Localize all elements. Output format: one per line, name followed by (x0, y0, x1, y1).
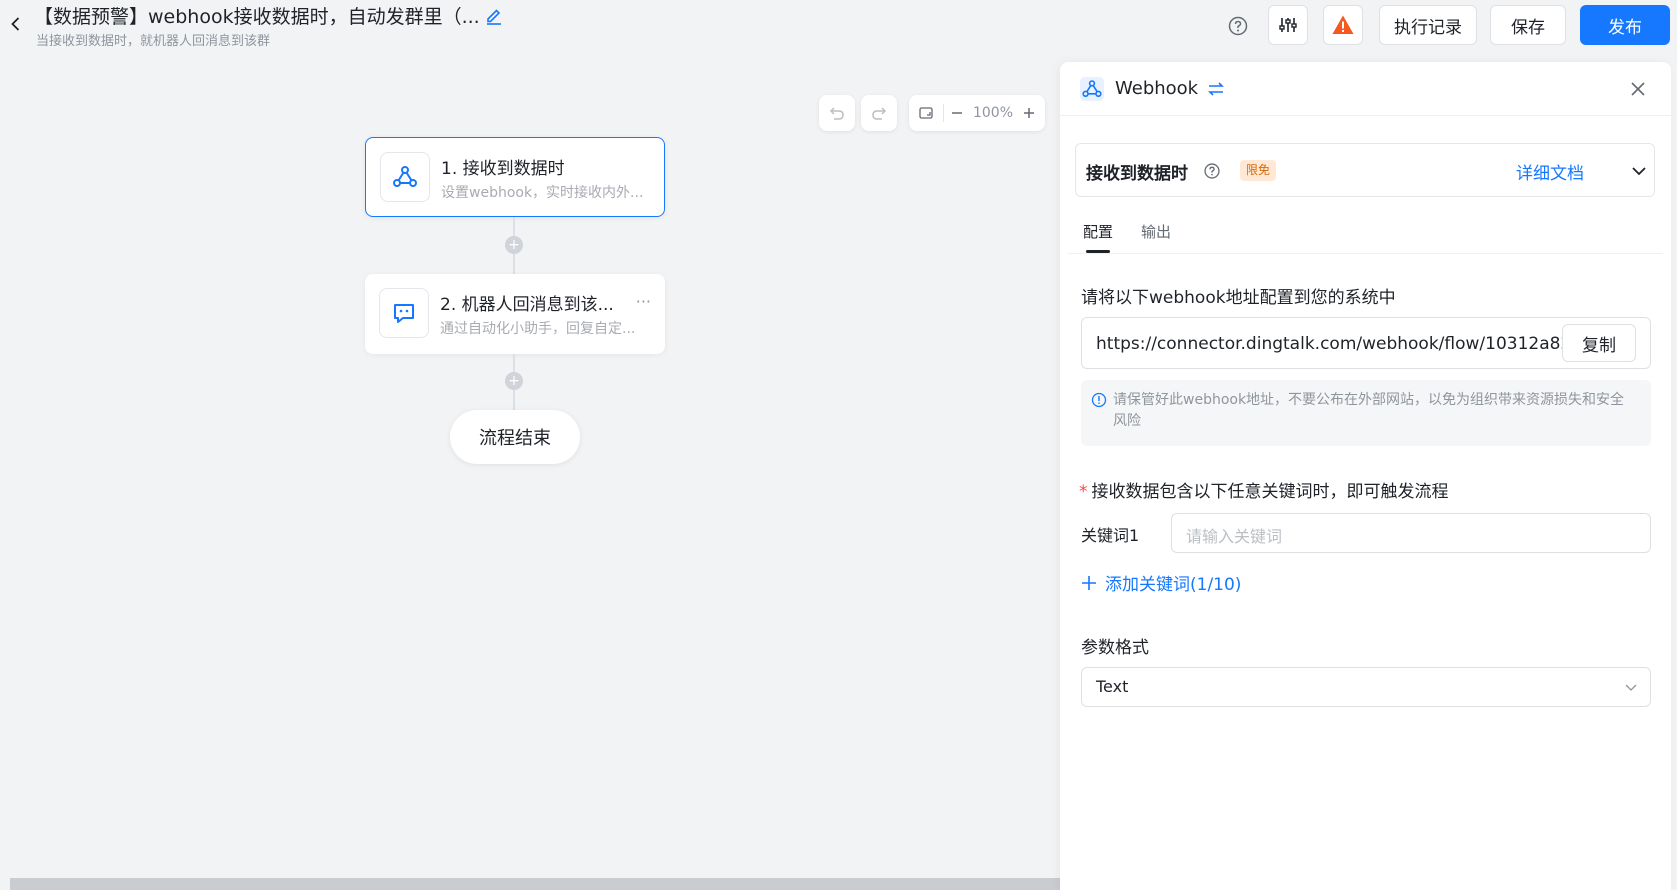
tab-config[interactable]: 配置 (1083, 221, 1113, 242)
tab-output[interactable]: 输出 (1141, 221, 1171, 242)
undo-button[interactable] (819, 95, 855, 131)
back-button[interactable] (4, 12, 28, 36)
plus-icon (1082, 575, 1096, 590)
page-title: 【数据预警】webhook接收数据时，自动发群里（... (34, 6, 480, 28)
webhook-url-value: https://connector.dingtalk.com/webhook/f… (1096, 334, 1574, 354)
keyword-section-label: * 接收数据包含以下任意关键词时，即可触发流程 (1079, 482, 1449, 502)
node-title: 1. 接收到数据时 (441, 159, 565, 179)
param-format-value: Text (1096, 677, 1129, 696)
fit-screen-icon (919, 107, 933, 119)
add-keyword-button[interactable]: 添加关键词(1/10) (1081, 570, 1241, 595)
close-panel-button[interactable] (1627, 78, 1649, 100)
undo-redo-group (819, 95, 903, 131)
undo-icon (829, 107, 844, 120)
webhook-icon (1080, 77, 1104, 101)
param-format-label: 参数格式 (1081, 638, 1149, 658)
redo-button[interactable] (861, 95, 897, 131)
close-icon (1631, 82, 1645, 96)
switch-arrows-icon (1208, 82, 1224, 96)
copy-button[interactable]: 复制 (1562, 324, 1636, 362)
pencil-icon (487, 9, 501, 25)
security-notice: 请保管好此webhook地址，不要公布在外部网站，以免为组织带来资源损失和安全风… (1081, 380, 1651, 446)
robot-message-icon (394, 304, 414, 323)
trigger-card: 接收到数据时 限免 详细文档 (1075, 143, 1655, 197)
node-description: 通过自动化小助手，回复自定... (440, 321, 636, 337)
save-button[interactable]: 保存 (1490, 5, 1566, 45)
free-badge: 限免 (1240, 160, 1277, 181)
node-icon-box (380, 152, 430, 202)
flow-node-robot-reply[interactable]: 2. 机器人回消息到该... 通过自动化小助手，回复自定... ··· (365, 274, 665, 354)
fit-view-button[interactable] (909, 105, 943, 121)
webhook-icon (393, 166, 417, 187)
minus-icon (952, 112, 962, 114)
horizontal-scrollbar[interactable] (10, 878, 1060, 890)
add-step-button[interactable]: + (505, 236, 523, 254)
add-keyword-label: 添加关键词(1/10) (1105, 575, 1242, 595)
edit-title-button[interactable] (483, 4, 505, 26)
zoom-in-button[interactable] (1016, 106, 1042, 120)
settings-button[interactable] (1268, 5, 1308, 45)
flow-end-node: 流程结束 (450, 410, 580, 464)
notice-text: 请保管好此webhook地址，不要公布在外部网站，以免为组织带来资源损失和安全风… (1113, 392, 1625, 429)
publish-button[interactable]: 发布 (1580, 5, 1670, 45)
trigger-help-icon[interactable] (1203, 162, 1221, 180)
node-title: 2. 机器人回消息到该... (440, 295, 614, 315)
page-subtitle: 当接收到数据时，就机器人回消息到该群 (36, 34, 271, 49)
panel-header: Webhook (1060, 62, 1671, 116)
warning-triangle-icon (1332, 15, 1354, 34)
execution-log-button[interactable]: 执行记录 (1379, 5, 1477, 45)
webhook-url-label: 请将以下webhook地址配置到您的系统中 (1081, 288, 1396, 308)
config-panel: Webhook 接收到数据时 限免 详细文档 配置 输出 请将以下webhook… (1060, 62, 1671, 890)
question-circle-icon (1228, 16, 1248, 36)
add-step-button[interactable]: + (505, 372, 523, 390)
param-format-select[interactable]: Text (1081, 667, 1651, 707)
keyword1-input[interactable]: 请输入关键词 (1171, 513, 1651, 553)
info-icon (1091, 392, 1107, 408)
node-icon-box (379, 288, 429, 338)
keyword1-label: 关键词1 (1081, 526, 1140, 545)
required-mark: * (1079, 482, 1088, 502)
trigger-title: 接收到数据时 (1086, 164, 1188, 184)
help-button[interactable] (1227, 15, 1249, 37)
chevron-left-icon (11, 17, 20, 31)
warning-button[interactable] (1323, 5, 1363, 45)
node-description: 设置webhook，实时接收内外... (441, 185, 644, 201)
tab-active-indicator (1086, 250, 1110, 253)
zoom-level: 100% (972, 105, 1014, 121)
docs-link[interactable]: 详细文档 (1516, 159, 1584, 184)
sliders-icon (1279, 18, 1297, 32)
panel-tabs: 配置 输出 (1068, 212, 1663, 254)
chevron-down-icon (1625, 684, 1637, 691)
node-more-menu[interactable]: ··· (636, 292, 651, 311)
zoom-toolbar: 100% (909, 95, 1045, 131)
panel-title: Webhook (1115, 78, 1199, 99)
redo-icon (872, 107, 887, 120)
plus-icon (1024, 108, 1034, 118)
top-header: 【数据预警】webhook接收数据时，自动发群里（... 当接收到数据时，就机器… (0, 0, 1677, 60)
chevron-down-icon (1632, 167, 1646, 176)
switch-trigger-button[interactable] (1206, 79, 1226, 99)
flow-node-trigger[interactable]: 1. 接收到数据时 设置webhook，实时接收内外... (365, 137, 665, 217)
zoom-out-button[interactable] (944, 106, 970, 120)
collapse-toggle[interactable] (1629, 161, 1649, 181)
webhook-url-field[interactable]: https://connector.dingtalk.com/webhook/f… (1081, 317, 1651, 369)
